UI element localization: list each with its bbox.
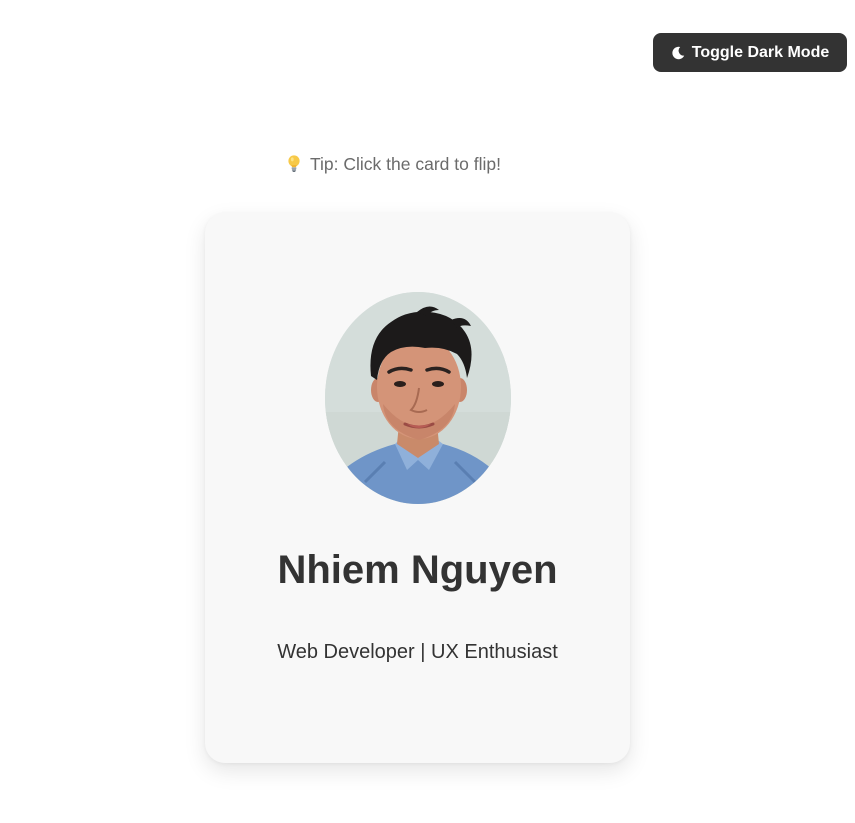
profile-photo: [325, 292, 511, 504]
tip-label: Tip: Click the card to flip!: [310, 153, 501, 174]
profile-card[interactable]: Nhiem Nguyen Web Developer | UX Enthusia…: [205, 213, 630, 763]
profile-name: Nhiem Nguyen: [277, 548, 558, 592]
lightbulb-icon: [286, 154, 302, 174]
tip-text: Tip: Click the card to flip!: [286, 153, 501, 175]
toggle-dark-mode-button[interactable]: Toggle Dark Mode: [653, 33, 847, 72]
moon-icon: [671, 46, 685, 60]
profile-avatar: [325, 292, 511, 504]
page: Toggle Dark Mode Tip: Click the card to …: [0, 0, 855, 823]
profile-role: Web Developer | UX Enthusiast: [277, 641, 558, 663]
toggle-dark-mode-label: Toggle Dark Mode: [691, 43, 830, 61]
